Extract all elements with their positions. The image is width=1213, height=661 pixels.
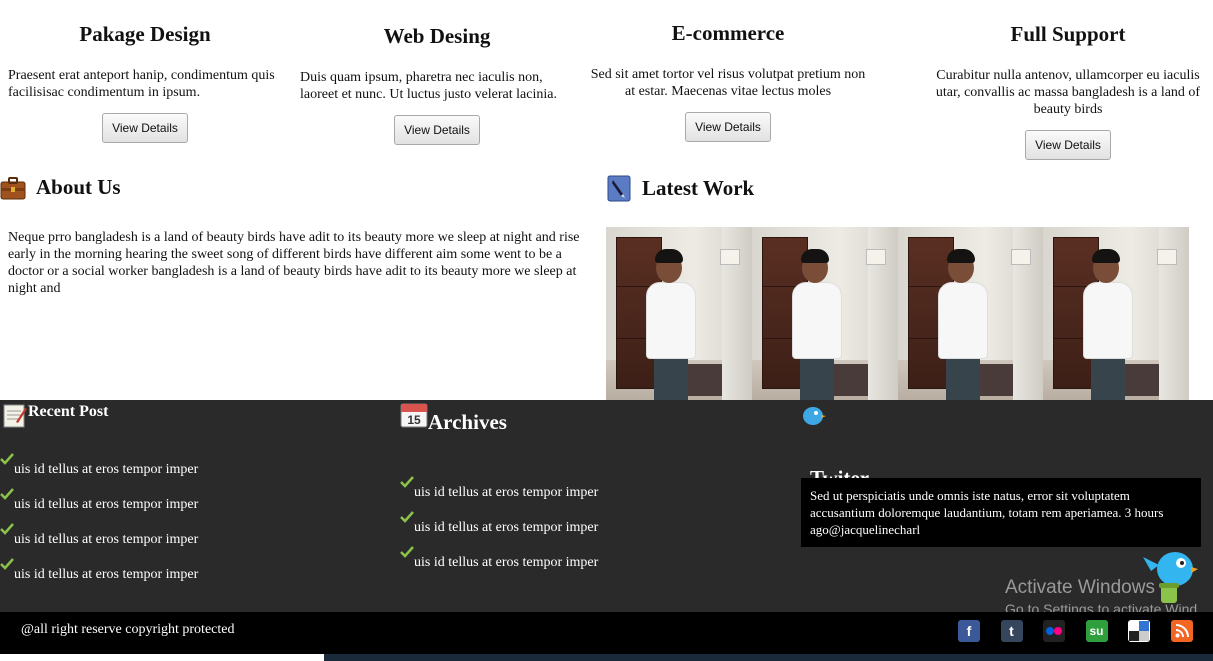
archives-column: 15 Archives uis id tellus at eros tempor… bbox=[400, 400, 790, 570]
footer: Recent Post uis id tellus at eros tempor… bbox=[0, 400, 1213, 617]
feature-text: Praesent erat anteport hanip, condimentu… bbox=[8, 68, 275, 100]
delicious-icon[interactable] bbox=[1128, 620, 1150, 642]
latest-work-gallery bbox=[606, 227, 1189, 400]
social-links: f t su bbox=[958, 620, 1213, 642]
feature-title: Web Desing bbox=[383, 24, 491, 48]
feature-web-design: Web Desing Duis quam ipsum, pharetra nec… bbox=[292, 0, 582, 145]
feature-ecommerce: E-commerce Sed sit amet tortor vel risus… bbox=[590, 0, 866, 142]
work-photo[interactable] bbox=[897, 227, 1044, 400]
calendar-day: 15 bbox=[407, 413, 421, 427]
activate-windows-watermark: Activate Windows Go to Settings to activ… bbox=[1005, 577, 1197, 617]
feature-title: Pakage Design bbox=[79, 22, 211, 46]
checkmark-icon bbox=[400, 511, 414, 523]
work-photo[interactable] bbox=[606, 227, 752, 400]
facebook-icon[interactable]: f bbox=[958, 620, 980, 642]
watermark-line-1: Activate Windows bbox=[1005, 577, 1155, 598]
recent-post-link[interactable]: uis id tellus at eros tempor imper bbox=[14, 532, 198, 548]
archive-link[interactable]: uis id tellus at eros tempor imper bbox=[414, 485, 598, 501]
recent-post-link[interactable]: uis id tellus at eros tempor imper bbox=[14, 462, 198, 478]
archives-list: uis id tellus at eros tempor imper uis i… bbox=[400, 476, 790, 581]
list-item[interactable]: uis id tellus at eros tempor imper bbox=[400, 476, 790, 511]
flickr-icon[interactable] bbox=[1043, 620, 1065, 642]
tweet-box: Sed ut perspiciatis unde omnis iste natu… bbox=[801, 478, 1201, 547]
view-details-button[interactable]: View Details bbox=[685, 112, 771, 142]
feature-title: Full Support bbox=[1010, 22, 1126, 46]
list-item[interactable]: uis id tellus at eros tempor imper bbox=[0, 453, 390, 488]
checkmark-icon bbox=[0, 523, 14, 535]
about-text: Neque prro bangladesh is a land of beaut… bbox=[8, 230, 580, 296]
checkmark-icon bbox=[0, 488, 14, 500]
feature-text: Sed sit amet tortor vel risus volutpat p… bbox=[590, 67, 866, 99]
feature-full-support: Full Support Curabitur nulla antenov, ul… bbox=[923, 0, 1213, 160]
checkmark-icon bbox=[0, 453, 14, 465]
tumblr-icon[interactable]: t bbox=[1000, 620, 1023, 642]
checkmark-icon bbox=[400, 476, 414, 488]
recent-post-link[interactable]: uis id tellus at eros tempor imper bbox=[14, 497, 198, 513]
archives-heading: 15 Archives bbox=[400, 400, 790, 435]
view-details-button[interactable]: View Details bbox=[102, 113, 188, 143]
archive-link[interactable]: uis id tellus at eros tempor imper bbox=[414, 520, 598, 536]
latest-work-title: Latest Work bbox=[642, 176, 755, 200]
feature-text: Duis quam ipsum, pharetra nec iaculis no… bbox=[300, 70, 557, 102]
features-row: Pakage Design Praesent erat anteport han… bbox=[0, 0, 1213, 170]
feature-text: Curabitur nulla antenov, ullamcorper eu … bbox=[935, 68, 1201, 117]
briefcase-icon bbox=[0, 176, 26, 200]
calendar-icon: 15 bbox=[400, 402, 428, 428]
latest-work-heading: Latest Work bbox=[607, 175, 754, 202]
recent-post-list: uis id tellus at eros tempor imper uis i… bbox=[0, 453, 390, 593]
pen-icon bbox=[607, 175, 631, 202]
recent-post-column: Recent Post uis id tellus at eros tempor… bbox=[0, 400, 390, 582]
bottom-bar: @all right reserve copyright protected f… bbox=[0, 612, 1213, 654]
feature-title: E-commerce bbox=[671, 21, 785, 45]
notepad-icon bbox=[2, 402, 28, 428]
checkmark-icon bbox=[0, 558, 14, 570]
taskbar-search[interactable] bbox=[0, 654, 324, 661]
list-item[interactable]: uis id tellus at eros tempor imper bbox=[0, 488, 390, 523]
bird-icon bbox=[800, 402, 826, 428]
feature-package-design: Pakage Design Praesent erat anteport han… bbox=[0, 0, 290, 143]
tweet-text: Sed ut perspiciatis unde omnis iste natu… bbox=[810, 488, 1164, 537]
recent-post-link[interactable]: uis id tellus at eros tempor imper bbox=[14, 567, 198, 583]
recent-post-title: Recent Post bbox=[28, 403, 109, 420]
archives-title: Archives bbox=[428, 410, 507, 434]
recent-post-heading: Recent Post bbox=[0, 400, 390, 428]
copyright-text: @all right reserve copyright protected bbox=[21, 622, 235, 637]
about-title: About Us bbox=[36, 175, 121, 199]
archive-link[interactable]: uis id tellus at eros tempor imper bbox=[414, 555, 598, 571]
list-item[interactable]: uis id tellus at eros tempor imper bbox=[400, 511, 790, 546]
view-details-button[interactable]: View Details bbox=[394, 115, 480, 145]
work-photo[interactable] bbox=[751, 227, 898, 400]
checkmark-icon bbox=[400, 546, 414, 558]
list-item[interactable]: uis id tellus at eros tempor imper bbox=[0, 558, 390, 593]
rss-icon[interactable] bbox=[1170, 620, 1193, 642]
work-photo[interactable] bbox=[1043, 227, 1189, 400]
list-item[interactable]: uis id tellus at eros tempor imper bbox=[400, 546, 790, 581]
list-item[interactable]: uis id tellus at eros tempor imper bbox=[0, 523, 390, 558]
stumbleupon-icon[interactable]: su bbox=[1085, 620, 1108, 642]
view-details-button[interactable]: View Details bbox=[1025, 130, 1111, 160]
taskbar bbox=[0, 654, 1213, 661]
about-heading: About Us bbox=[0, 175, 121, 200]
